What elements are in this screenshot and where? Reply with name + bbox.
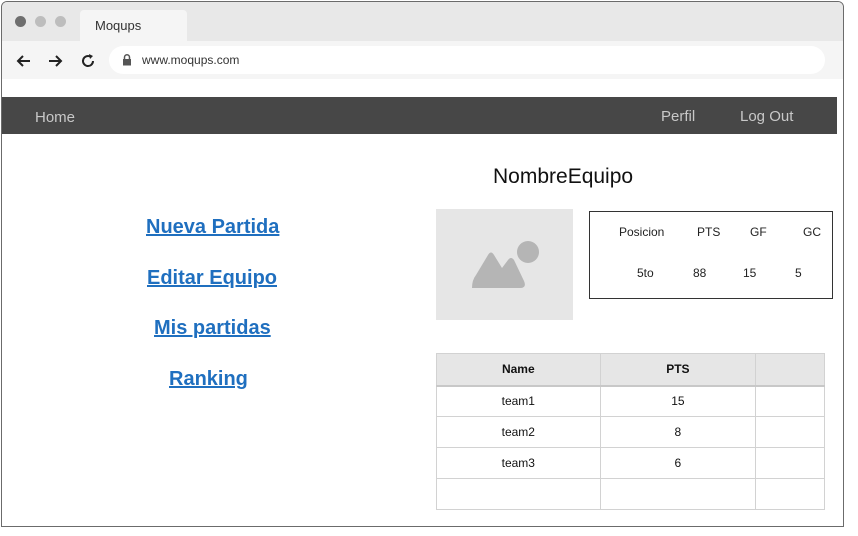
table-cell-name: team2 <box>436 416 601 448</box>
table-cell-name: team1 <box>436 385 601 417</box>
team-stats-box: Posicion PTS GF GC 5to 88 15 5 <box>589 211 833 299</box>
address-bar[interactable]: www.moqups.com <box>109 46 825 74</box>
back-arrow-icon[interactable] <box>14 51 34 71</box>
lock-icon <box>123 54 131 66</box>
browser-toolbar: www.moqups.com <box>2 41 843 79</box>
nav-home-link[interactable]: Home <box>35 109 75 126</box>
table-row[interactable]: team1 15 <box>436 385 825 417</box>
ranking-table: Name PTS team1 15 team2 8 team3 6 <box>436 353 825 510</box>
table-row[interactable]: team3 6 <box>436 447 825 479</box>
maximize-window-dot[interactable] <box>55 16 66 27</box>
nav-logout-link[interactable]: Log Out <box>740 108 793 125</box>
reload-icon[interactable] <box>78 51 98 71</box>
forward-arrow-icon[interactable] <box>45 51 65 71</box>
edit-team-link[interactable]: Editar Equipo <box>147 267 277 290</box>
my-matches-link[interactable]: Mis partidas <box>154 317 271 340</box>
ranking-link[interactable]: Ranking <box>169 368 248 391</box>
table-cell-extra <box>755 416 825 448</box>
stat-value-goals-for: 15 <box>743 266 757 280</box>
nav-profile-link[interactable]: Perfil <box>661 108 695 125</box>
column-header-name[interactable]: Name <box>436 353 601 387</box>
column-header-extra[interactable] <box>755 353 825 387</box>
stat-value-points: 88 <box>693 266 707 280</box>
tab-strip: Moqups <box>2 2 843 41</box>
close-window-dot[interactable] <box>15 16 26 27</box>
table-cell-name <box>436 478 601 510</box>
stat-value-goals-against: 5 <box>795 266 802 280</box>
browser-tab[interactable]: Moqups <box>80 10 187 41</box>
table-cell-points: 8 <box>599 416 757 448</box>
stat-header-goals-against: GC <box>803 225 821 239</box>
stat-header-points: PTS <box>697 225 721 239</box>
top-navbar: Home Perfil Log Out <box>2 97 837 134</box>
team-image-placeholder <box>436 209 573 320</box>
stat-value-position: 5to <box>637 266 654 280</box>
table-cell-extra <box>755 385 825 417</box>
column-header-points[interactable]: PTS <box>599 353 757 387</box>
stat-header-goals-for: GF <box>750 225 767 239</box>
table-cell-points: 6 <box>599 447 757 479</box>
table-header-row: Name PTS <box>436 353 825 387</box>
minimize-window-dot[interactable] <box>35 16 46 27</box>
table-row[interactable]: team2 8 <box>436 416 825 448</box>
url-text: www.moqups.com <box>142 53 240 67</box>
table-cell-points <box>599 478 757 510</box>
table-cell-extra <box>755 447 825 479</box>
stat-header-position: Posicion <box>619 225 665 239</box>
team-name-heading: NombreEquipo <box>493 165 634 188</box>
table-cell-points: 15 <box>599 385 757 417</box>
table-cell-extra <box>755 478 825 510</box>
new-match-link[interactable]: Nueva Partida <box>146 216 279 239</box>
table-row[interactable] <box>436 478 825 510</box>
image-placeholder-icon <box>472 241 539 288</box>
table-cell-name: team3 <box>436 447 601 479</box>
browser-window: Moqups www.moqups.com Home Perfil Log Ou… <box>1 1 844 527</box>
